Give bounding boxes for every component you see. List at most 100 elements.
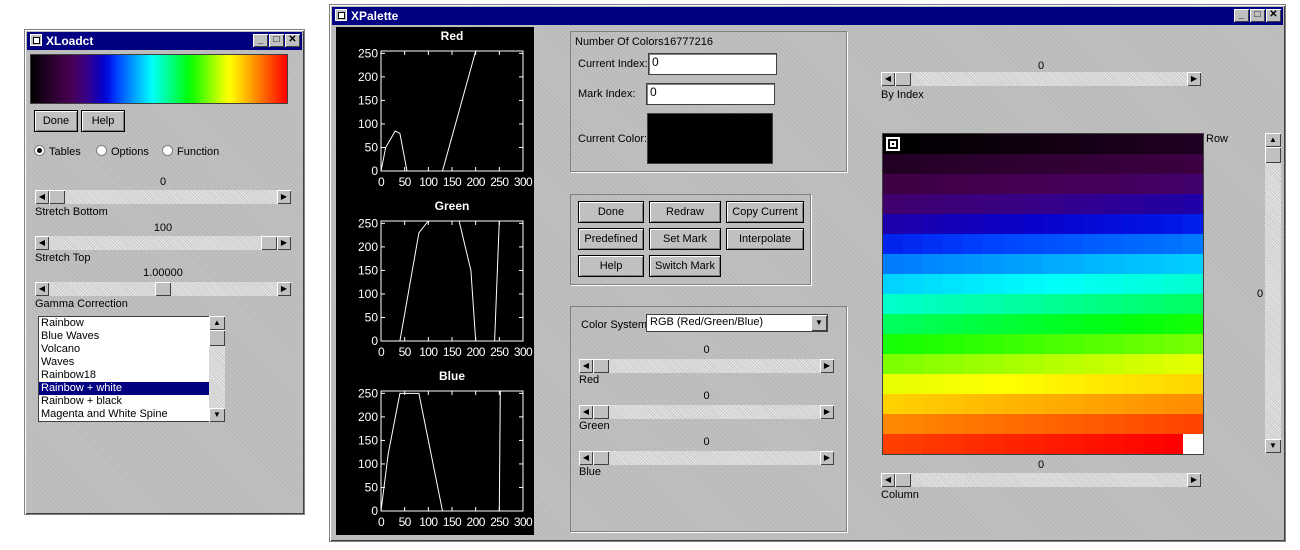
palette-cell[interactable]	[1103, 294, 1123, 314]
palette-cell[interactable]	[983, 194, 1003, 214]
palette-cell[interactable]	[1123, 174, 1143, 194]
palette-cell[interactable]	[1043, 374, 1063, 394]
palette-cell[interactable]	[923, 314, 943, 334]
list-item[interactable]: Rainbow + black	[39, 395, 209, 408]
palette-cell[interactable]	[1183, 394, 1203, 414]
palette-cell[interactable]	[903, 174, 923, 194]
palette-cell[interactable]	[1143, 174, 1163, 194]
palette-cell[interactable]	[1103, 314, 1123, 334]
slider-right-arrow-icon[interactable]: ▶	[820, 359, 834, 373]
xloadct-done-button[interactable]: Done	[34, 110, 78, 132]
palette-cell[interactable]	[1083, 374, 1103, 394]
close-icon[interactable]: ✕	[285, 34, 300, 47]
slider-thumb[interactable]	[895, 473, 911, 487]
palette-cell[interactable]	[963, 214, 983, 234]
palette-cell[interactable]	[883, 414, 903, 434]
palette-cell[interactable]	[1023, 394, 1043, 414]
palette-cell[interactable]	[1143, 354, 1163, 374]
stretch-top-slider[interactable]: ◀ ▶	[35, 236, 291, 250]
palette-cell[interactable]	[1083, 334, 1103, 354]
palette-done-button[interactable]: Done	[578, 201, 644, 223]
palette-cell[interactable]	[1143, 314, 1163, 334]
minimize-icon[interactable]: _	[253, 34, 268, 47]
palette-cell[interactable]	[1183, 354, 1203, 374]
palette-cell[interactable]	[1063, 174, 1083, 194]
palette-cell[interactable]	[1183, 414, 1203, 434]
mark-index-field[interactable]: 0	[646, 83, 775, 105]
palette-cell[interactable]	[1063, 314, 1083, 334]
palette-cell[interactable]	[943, 154, 963, 174]
palette-cell[interactable]	[1163, 134, 1183, 154]
palette-cell[interactable]	[903, 274, 923, 294]
palette-cell[interactable]	[943, 294, 963, 314]
palette-cell[interactable]	[1123, 354, 1143, 374]
palette-cell[interactable]	[1183, 234, 1203, 254]
palette-cell[interactable]	[1103, 234, 1123, 254]
palette-cell[interactable]	[1163, 394, 1183, 414]
palette-cell[interactable]	[1043, 254, 1063, 274]
switch-mark-button[interactable]: Switch Mark	[649, 255, 721, 277]
radio-function[interactable]: Function	[162, 145, 219, 158]
palette-cell[interactable]	[1103, 334, 1123, 354]
palette-cell[interactable]	[1123, 334, 1143, 354]
palette-cell[interactable]	[963, 254, 983, 274]
palette-cell[interactable]	[1083, 274, 1103, 294]
palette-cell[interactable]	[963, 354, 983, 374]
palette-cell[interactable]	[1183, 214, 1203, 234]
palette-cell[interactable]	[943, 394, 963, 414]
palette-cell[interactable]	[1023, 374, 1043, 394]
palette-cell[interactable]	[923, 414, 943, 434]
palette-cell[interactable]	[1183, 374, 1203, 394]
slider-left-arrow-icon[interactable]: ◀	[35, 282, 49, 296]
palette-cell[interactable]	[1163, 214, 1183, 234]
palette-cell[interactable]	[1003, 394, 1023, 414]
palette-cell[interactable]	[1063, 154, 1083, 174]
palette-cell[interactable]	[1043, 234, 1063, 254]
palette-cell[interactable]	[963, 134, 983, 154]
palette-cell[interactable]	[1023, 254, 1043, 274]
stretch-bottom-slider[interactable]: ◀ ▶	[35, 190, 291, 204]
list-item[interactable]: Rainbow	[39, 317, 209, 330]
palette-cell[interactable]	[1083, 394, 1103, 414]
palette-cell[interactable]	[1023, 274, 1043, 294]
palette-cell[interactable]	[1003, 374, 1023, 394]
maximize-icon[interactable]: □	[269, 34, 284, 47]
palette-cell[interactable]	[883, 434, 903, 454]
palette-cell[interactable]	[1163, 414, 1183, 434]
palette-cell[interactable]	[1103, 254, 1123, 274]
xpalette-titlebar[interactable]: XPalette _ □ ✕	[332, 7, 1283, 25]
palette-cell[interactable]	[1023, 314, 1043, 334]
palette-cell[interactable]	[1123, 154, 1143, 174]
palette-cell[interactable]	[1103, 394, 1123, 414]
redraw-button[interactable]: Redraw	[649, 201, 721, 223]
palette-cell[interactable]	[1183, 254, 1203, 274]
list-item[interactable]: Magenta and White Spine	[39, 408, 209, 421]
palette-cell[interactable]	[1003, 254, 1023, 274]
palette-cell[interactable]	[1163, 314, 1183, 334]
palette-cell[interactable]	[1123, 374, 1143, 394]
slider-left-arrow-icon[interactable]: ◀	[35, 190, 49, 204]
slider-right-arrow-icon[interactable]: ▶	[277, 190, 291, 204]
palette-cell[interactable]	[1123, 294, 1143, 314]
palette-cell[interactable]	[923, 294, 943, 314]
list-item[interactable]: Rainbow18	[39, 369, 209, 382]
palette-cell[interactable]	[983, 234, 1003, 254]
palette-cell[interactable]	[883, 334, 903, 354]
palette-cell[interactable]	[903, 194, 923, 214]
palette-cell[interactable]	[1083, 314, 1103, 334]
palette-cell[interactable]	[1083, 414, 1103, 434]
palette-cell[interactable]	[923, 174, 943, 194]
palette-cell[interactable]	[943, 334, 963, 354]
palette-cell[interactable]	[1043, 174, 1063, 194]
palette-cell[interactable]	[1023, 214, 1043, 234]
palette-cell[interactable]	[983, 214, 1003, 234]
palette-cell[interactable]	[1083, 354, 1103, 374]
palette-cell[interactable]	[1023, 234, 1043, 254]
palette-cell[interactable]	[943, 254, 963, 274]
palette-cell[interactable]	[1063, 234, 1083, 254]
palette-grid[interactable]	[882, 133, 1204, 455]
palette-cell[interactable]	[1003, 134, 1023, 154]
palette-cell[interactable]	[963, 294, 983, 314]
palette-cell[interactable]	[1123, 394, 1143, 414]
palette-cell[interactable]	[923, 234, 943, 254]
